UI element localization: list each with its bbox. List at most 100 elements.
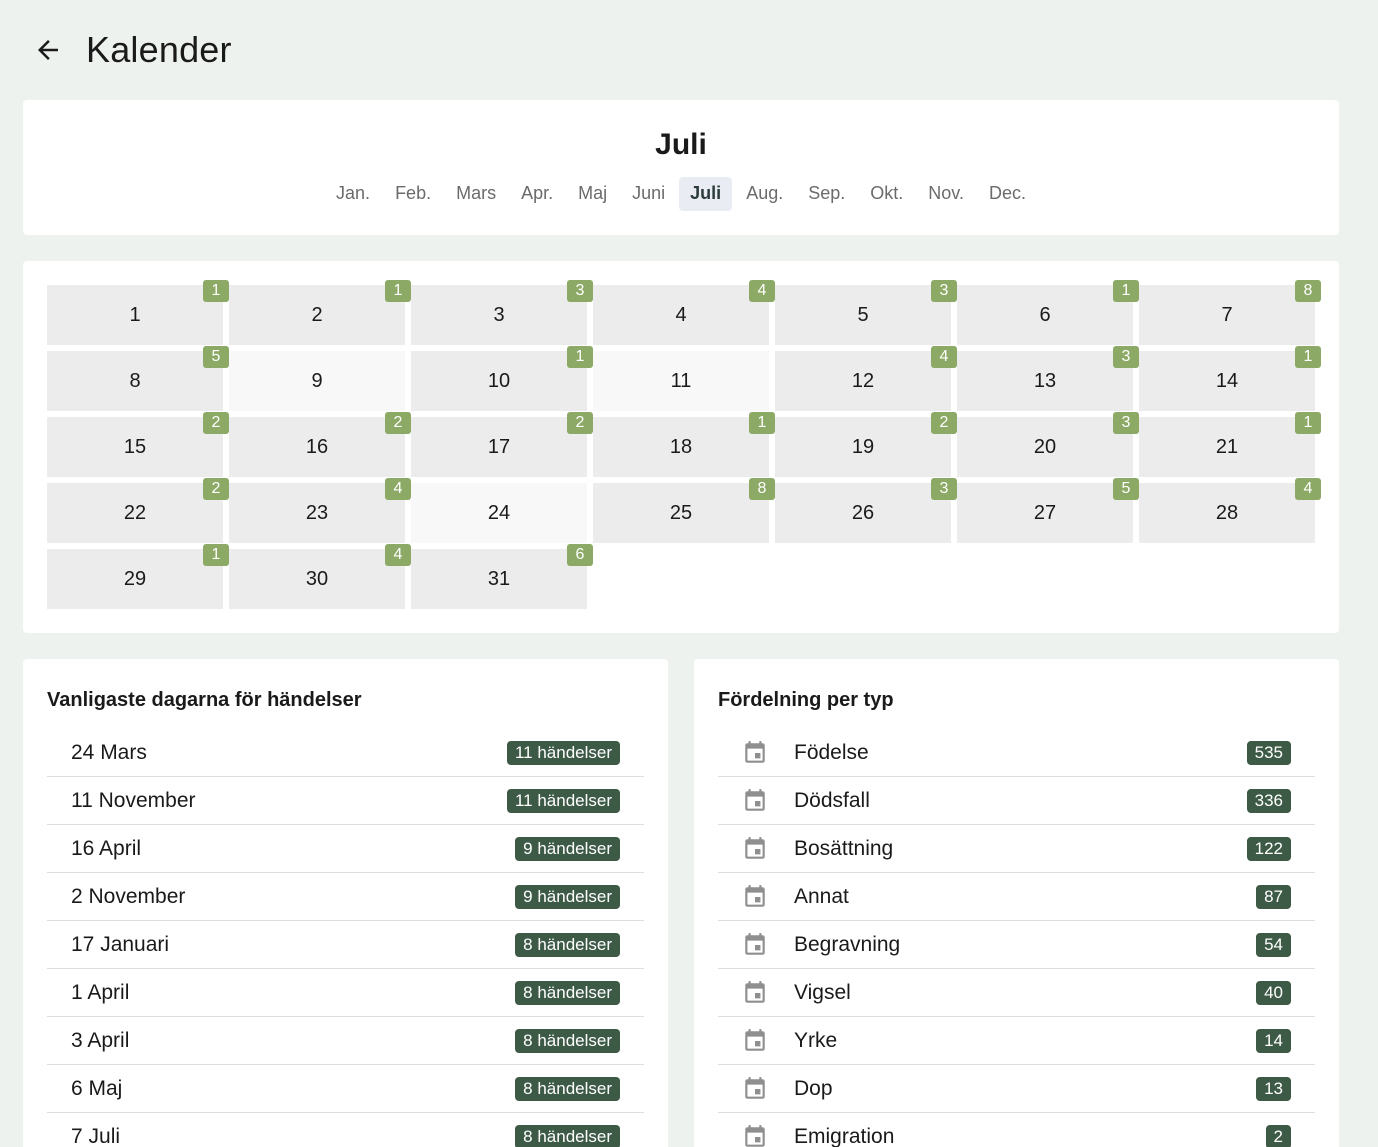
month-tab[interactable]: Apr. — [510, 177, 564, 211]
type-row[interactable]: Yrke 14 — [718, 1017, 1315, 1065]
common-day-row[interactable]: 11 November 11 händelser — [47, 777, 644, 825]
month-tab[interactable]: Aug. — [735, 177, 794, 211]
common-day-row[interactable]: 3 April 8 händelser — [47, 1017, 644, 1065]
calendar-day[interactable]: 33 — [411, 280, 593, 345]
type-row[interactable]: Födelse 535 — [718, 729, 1315, 777]
day-event-count-badge: 3 — [931, 280, 957, 302]
type-row-left: Vigsel — [742, 980, 851, 1006]
day-event-count-badge: 3 — [931, 478, 957, 500]
calendar-event-icon — [742, 980, 768, 1006]
common-day-date: 2 November — [71, 884, 186, 908]
month-selector-card: Juli Jan. Feb. Mars Apr. Maj Juni Juli Aug. Sep.… — [23, 100, 1339, 235]
calendar-day[interactable]: 61 — [957, 280, 1139, 345]
day-event-count-badge: 6 — [567, 544, 593, 566]
type-row[interactable]: Dop 13 — [718, 1065, 1315, 1113]
common-day-row[interactable]: 6 Maj 8 händelser — [47, 1065, 644, 1113]
type-row-left: Emigration — [742, 1124, 894, 1147]
day-number: 5 — [857, 303, 869, 326]
calendar-day[interactable]: 11 — [593, 351, 769, 411]
calendar-day[interactable]: 26 3 — [775, 478, 957, 543]
day-event-count-badge: 4 — [385, 544, 411, 566]
day-number: 29 — [123, 567, 147, 590]
calendar-day[interactable]: 14 1 — [1139, 346, 1321, 411]
calendar-day[interactable]: 15 2 — [47, 412, 229, 477]
calendar-day[interactable]: 11 — [47, 280, 229, 345]
calendar-day[interactable]: 78 — [1139, 280, 1321, 345]
calendar-day[interactable]: 18 1 — [593, 412, 775, 477]
day-event-count-badge: 2 — [203, 478, 229, 500]
common-day-date: 7 Juli — [71, 1124, 121, 1147]
common-day-row[interactable]: 16 April 9 händelser — [47, 825, 644, 873]
common-day-row[interactable]: 17 Januari 8 händelser — [47, 921, 644, 969]
day-number: 22 — [123, 501, 147, 524]
type-row[interactable]: Begravning 54 — [718, 921, 1315, 969]
type-row[interactable]: Emigration 2 — [718, 1113, 1315, 1147]
day-number: 27 — [1033, 501, 1057, 524]
type-count-badge: 2 — [1265, 1124, 1291, 1147]
day-number: 24 — [487, 501, 511, 524]
month-tab[interactable]: Juni — [621, 177, 676, 211]
common-day-row[interactable]: 2 November 9 händelser — [47, 873, 644, 921]
calendar-day[interactable]: 53 — [775, 280, 957, 345]
day-number: 3 — [493, 303, 505, 326]
common-day-row[interactable]: 24 Mars 11 händelser — [47, 729, 644, 777]
calendar-day[interactable]: 31 6 — [411, 544, 593, 609]
calendar-day[interactable]: 10 1 — [411, 346, 593, 411]
day-event-count-badge: 1 — [567, 346, 593, 368]
common-day-date: 24 Mars — [71, 740, 147, 764]
month-tab[interactable]: Mars — [445, 177, 507, 211]
calendar-day[interactable]: 9 — [229, 351, 405, 411]
calendar-day[interactable]: 21 1 — [1139, 412, 1321, 477]
month-tab[interactable]: Nov. — [917, 177, 975, 211]
calendar-day[interactable]: 19 2 — [775, 412, 957, 477]
type-count-badge: 40 — [1256, 980, 1291, 1005]
type-label: Begravning — [794, 932, 901, 956]
calendar-day[interactable]: 12 4 — [775, 346, 957, 411]
day-event-count-badge: 4 — [1295, 478, 1321, 500]
common-day-row[interactable]: 1 April 8 händelser — [47, 969, 644, 1017]
type-label: Yrke — [794, 1028, 838, 1052]
calendar-day[interactable]: 25 8 — [593, 478, 775, 543]
type-row[interactable]: Dödsfall 336 — [718, 777, 1315, 825]
day-number: 26 — [851, 501, 875, 524]
day-event-count-badge: 2 — [931, 412, 957, 434]
calendar-event-icon — [742, 1076, 768, 1102]
type-row[interactable]: Vigsel 40 — [718, 969, 1315, 1017]
day-number: 17 — [487, 435, 511, 458]
calendar-day[interactable]: 23 4 — [229, 478, 411, 543]
day-event-count-badge: 4 — [931, 346, 957, 368]
month-tab[interactable]: Okt. — [859, 177, 914, 211]
month-tab[interactable]: Juli — [679, 177, 733, 211]
calendar-day[interactable]: 24 — [411, 483, 587, 543]
calendar-day[interactable]: 28 4 — [1139, 478, 1321, 543]
type-count-badge: 14 — [1256, 1028, 1291, 1053]
calendar-day[interactable]: 13 3 — [957, 346, 1139, 411]
calendar-day[interactable]: 27 5 — [957, 478, 1139, 543]
day-event-count-badge: 1 — [385, 280, 411, 302]
month-tab[interactable]: Dec. — [978, 177, 1037, 211]
day-event-count-badge: 2 — [203, 412, 229, 434]
calendar-day[interactable]: 22 2 — [47, 478, 229, 543]
back-button[interactable] — [30, 32, 66, 68]
type-row[interactable]: Bosättning 122 — [718, 825, 1315, 873]
calendar-day[interactable]: 30 4 — [229, 544, 411, 609]
day-event-count-badge: 1 — [1295, 412, 1321, 434]
calendar-day[interactable]: 29 1 — [47, 544, 229, 609]
calendar-day[interactable]: 16 2 — [229, 412, 411, 477]
type-row[interactable]: Annat 87 — [718, 873, 1315, 921]
calendar-day[interactable]: 44 — [593, 280, 775, 345]
month-tab[interactable]: Sep. — [797, 177, 856, 211]
month-tab[interactable]: Feb. — [384, 177, 442, 211]
month-tab[interactable]: Jan. — [325, 177, 381, 211]
calendar-event-icon — [742, 1124, 768, 1147]
common-day-row[interactable]: 7 Juli 8 händelser — [47, 1113, 644, 1147]
calendar-event-icon — [742, 1028, 768, 1054]
type-distribution-card: Fördelning per typ Födelse 535 Dödsfall 336… — [694, 659, 1339, 1147]
calendar-day[interactable]: 17 2 — [411, 412, 593, 477]
calendar-day[interactable]: 21 — [229, 280, 411, 345]
month-tab[interactable]: Maj — [567, 177, 618, 211]
event-count-badge: 8 händelser — [515, 932, 620, 957]
calendar-day[interactable]: 85 — [47, 346, 229, 411]
calendar-day[interactable]: 20 3 — [957, 412, 1139, 477]
day-event-count-badge: 1 — [749, 412, 775, 434]
